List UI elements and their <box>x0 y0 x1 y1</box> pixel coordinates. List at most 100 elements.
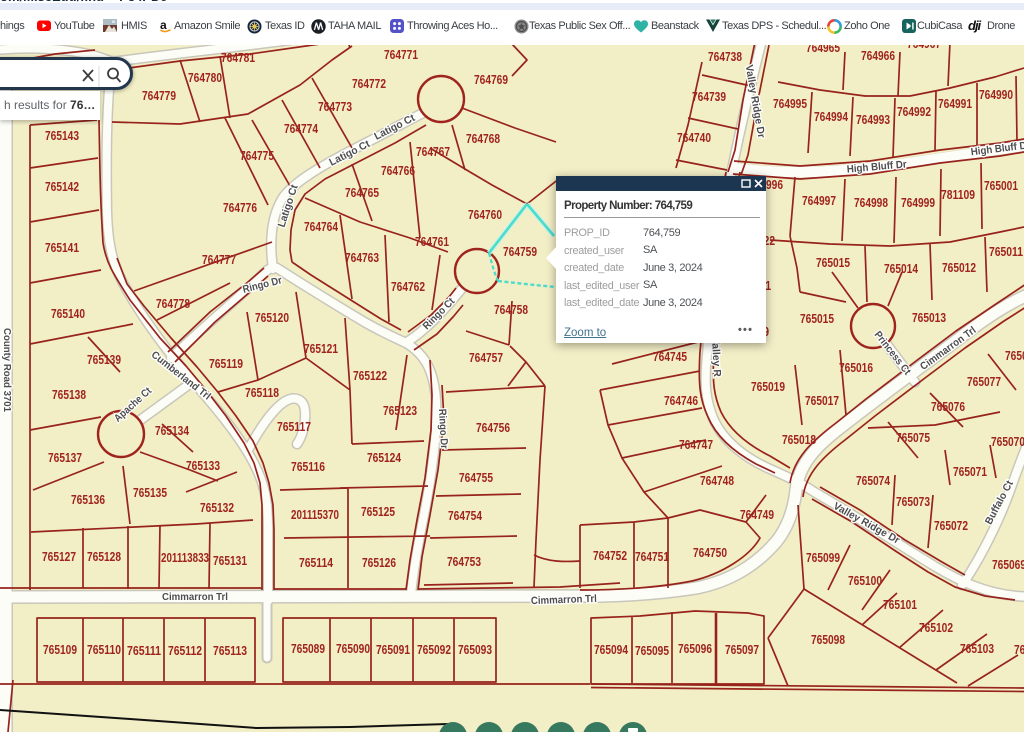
svg-text:County Road 3701: County Road 3701 <box>1 328 12 412</box>
svg-text:765123: 765123 <box>383 403 417 418</box>
svg-text:765090: 765090 <box>336 641 370 656</box>
svg-text:765101: 765101 <box>883 597 917 612</box>
svg-text:764768: 764768 <box>466 131 500 146</box>
svg-text:764753: 764753 <box>447 554 481 569</box>
svg-text:764997: 764997 <box>802 193 836 208</box>
svg-text:764757: 764757 <box>469 350 503 365</box>
svg-text:765100: 765100 <box>848 573 882 588</box>
svg-text:765110: 765110 <box>87 642 121 657</box>
svg-text:765134: 765134 <box>155 423 190 438</box>
svg-text:765119: 765119 <box>209 356 243 371</box>
svg-text:764771: 764771 <box>384 47 418 62</box>
svg-text:765097: 765097 <box>725 642 759 657</box>
svg-text:765137: 765137 <box>48 450 82 465</box>
svg-text:765089: 765089 <box>291 641 325 656</box>
svg-text:765075: 765075 <box>896 430 930 445</box>
svg-text:765015: 765015 <box>816 255 850 270</box>
svg-text:Cimmarron Trl: Cimmarron Trl <box>162 591 228 603</box>
svg-text:765094: 765094 <box>594 642 629 657</box>
svg-text:764761: 764761 <box>415 234 449 249</box>
svg-text:764994: 764994 <box>814 109 849 124</box>
svg-text:765091: 765091 <box>376 642 410 657</box>
svg-text:765109: 765109 <box>43 642 77 657</box>
svg-text:765098: 765098 <box>811 632 845 647</box>
svg-text:765076: 765076 <box>931 399 965 414</box>
svg-text:765143: 765143 <box>45 128 79 143</box>
svg-text:765121: 765121 <box>304 341 338 356</box>
svg-text:765078: 765078 <box>1005 348 1024 363</box>
svg-text:765124: 765124 <box>367 450 402 465</box>
svg-text:764754: 764754 <box>448 508 483 523</box>
svg-text:765125: 765125 <box>361 504 395 519</box>
svg-text:764745: 764745 <box>653 349 687 364</box>
svg-text:765120: 765120 <box>255 310 289 325</box>
svg-text:764779: 764779 <box>142 88 176 103</box>
svg-text:765077: 765077 <box>967 374 1001 389</box>
svg-text:765102: 765102 <box>919 620 953 635</box>
svg-text:765103: 765103 <box>960 641 994 656</box>
svg-text:Ringo Dr: Ringo Dr <box>436 409 450 450</box>
svg-text:765071: 765071 <box>953 464 987 479</box>
svg-text:764747: 764747 <box>679 437 713 452</box>
svg-text:765141: 765141 <box>45 240 79 255</box>
svg-text:764763: 764763 <box>345 250 379 265</box>
svg-text:765104: 765104 <box>1014 642 1024 657</box>
svg-text:765111: 765111 <box>127 643 161 658</box>
svg-text:765118: 765118 <box>245 385 279 400</box>
svg-text:765126: 765126 <box>362 555 396 570</box>
svg-text:765011: 765011 <box>989 244 1023 259</box>
svg-text:764781: 764781 <box>221 50 255 65</box>
svg-text:765012: 765012 <box>942 260 976 275</box>
svg-text:764995: 764995 <box>773 96 807 111</box>
svg-text:764776: 764776 <box>223 200 257 215</box>
svg-text:765001: 765001 <box>984 178 1018 193</box>
svg-text:764769: 764769 <box>474 72 508 87</box>
svg-text:765092: 765092 <box>417 642 451 657</box>
svg-text:765138: 765138 <box>52 387 86 402</box>
svg-text:765133: 765133 <box>186 458 220 473</box>
svg-text:764758: 764758 <box>494 302 528 317</box>
svg-text:765112: 765112 <box>168 643 202 658</box>
svg-text:764750: 764750 <box>693 545 727 560</box>
svg-text:765019: 765019 <box>751 379 785 394</box>
svg-text:765122: 765122 <box>353 368 387 383</box>
svg-text:764751: 764751 <box>635 549 669 564</box>
svg-text:764992: 764992 <box>897 104 931 119</box>
svg-text:Cimmarron Trl: Cimmarron Trl <box>531 593 597 607</box>
svg-text:765015: 765015 <box>800 311 834 326</box>
svg-text:764765: 764765 <box>345 185 379 200</box>
svg-text:764738: 764738 <box>708 49 742 64</box>
svg-text:765127: 765127 <box>42 549 76 564</box>
svg-text:764990: 764990 <box>979 87 1013 102</box>
svg-text:765131: 765131 <box>213 553 247 568</box>
svg-text:764780: 764780 <box>188 70 222 85</box>
svg-text:764748: 764748 <box>700 473 734 488</box>
svg-text:765099: 765099 <box>806 550 840 565</box>
svg-text:764755: 764755 <box>459 470 493 485</box>
svg-text:764993: 764993 <box>856 112 890 127</box>
svg-text:765013: 765013 <box>912 310 946 325</box>
svg-text:765132: 765132 <box>200 500 234 515</box>
svg-text:765142: 765142 <box>45 179 79 194</box>
svg-text:764772: 764772 <box>352 76 386 91</box>
svg-text:201113833: 201113833 <box>161 550 209 565</box>
svg-text:764999: 764999 <box>901 195 935 210</box>
svg-text:764774: 764774 <box>284 121 319 136</box>
svg-text:764746: 764746 <box>664 393 698 408</box>
svg-text:764767: 764767 <box>416 144 450 159</box>
svg-text:764756: 764756 <box>476 420 510 435</box>
svg-text:765096: 765096 <box>678 641 712 656</box>
svg-text:765140: 765140 <box>51 306 85 321</box>
svg-text:765093: 765093 <box>458 642 492 657</box>
svg-text:765114: 765114 <box>299 555 334 570</box>
svg-text:765128: 765128 <box>87 549 121 564</box>
svg-text:201115370: 201115370 <box>291 507 339 522</box>
svg-text:764739: 764739 <box>692 89 726 104</box>
svg-text:764998: 764998 <box>854 195 888 210</box>
svg-text:764773: 764773 <box>318 99 352 114</box>
svg-text:765113: 765113 <box>213 643 247 658</box>
svg-text:765070: 765070 <box>991 434 1024 449</box>
svg-text:764764: 764764 <box>304 219 339 234</box>
svg-text:765069: 765069 <box>992 557 1024 572</box>
svg-text:764766: 764766 <box>381 163 415 178</box>
